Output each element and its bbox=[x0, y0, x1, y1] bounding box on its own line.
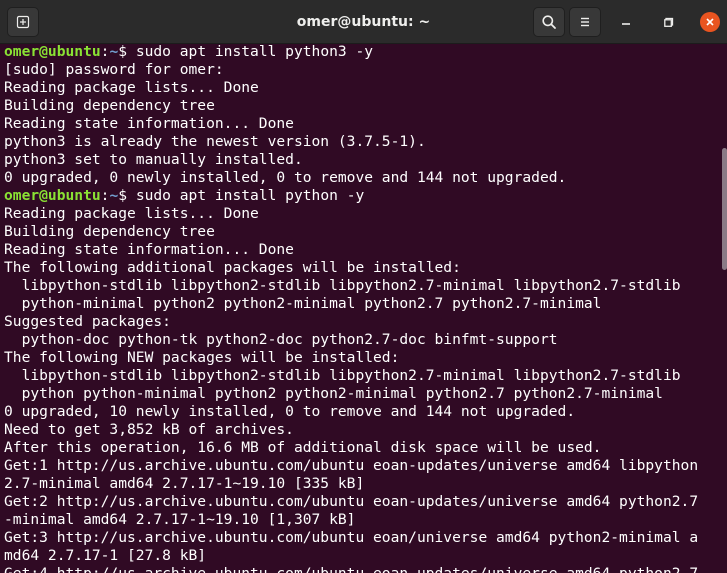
output-line: Suggested packages: bbox=[4, 313, 171, 330]
menu-button[interactable] bbox=[569, 7, 601, 37]
output-line: Reading package lists... Done bbox=[4, 79, 259, 96]
hamburger-menu-icon bbox=[581, 17, 589, 27]
output-line: python-doc python-tk python2-doc python2… bbox=[4, 331, 558, 348]
maximize-icon bbox=[664, 17, 674, 27]
command-text: $ sudo apt install python3 -y bbox=[118, 43, 374, 60]
output-line: python3 set to manually installed. bbox=[4, 151, 303, 168]
output-line: Get:1 http://us.archive.ubuntu.com/ubunt… bbox=[4, 457, 699, 474]
terminal-window: omer@ubuntu: ~ omer@ubuntu:~$ sudo apt i… bbox=[0, 0, 727, 573]
prompt-path: ~ bbox=[109, 187, 119, 204]
minimize-button[interactable] bbox=[616, 12, 636, 32]
output-line: Reading state information... Done bbox=[4, 241, 294, 258]
command-text: $ sudo apt install python -y bbox=[118, 187, 365, 204]
output-line: Need to get 3,852 kB of archives. bbox=[4, 421, 294, 438]
output-line: -minimal amd64 2.7.17-1~19.10 [1,307 kB] bbox=[4, 511, 356, 528]
prompt-line: omer@ubuntu:~$ sudo apt install python -… bbox=[4, 187, 718, 205]
output-line: md64 2.7.17-1 [27.8 kB] bbox=[4, 547, 207, 564]
prompt-user: omer@ubuntu bbox=[4, 43, 101, 60]
title-bar[interactable]: omer@ubuntu: ~ bbox=[0, 0, 727, 44]
search-button[interactable] bbox=[533, 7, 565, 37]
output-line: libpython-stdlib libpython2-stdlib libpy… bbox=[4, 367, 681, 384]
minimize-icon bbox=[622, 23, 630, 25]
prompt-user: omer@ubuntu bbox=[4, 187, 101, 204]
output-line: The following NEW packages will be insta… bbox=[4, 349, 400, 366]
scrollbar[interactable] bbox=[722, 148, 727, 270]
close-icon bbox=[706, 18, 714, 26]
prompt-path: ~ bbox=[109, 43, 119, 60]
output-line: 2.7-minimal amd64 2.7.17-1~19.10 [335 kB… bbox=[4, 475, 365, 492]
output-line: libpython-stdlib libpython2-stdlib libpy… bbox=[4, 277, 681, 294]
output-line: 0 upgraded, 0 newly installed, 0 to remo… bbox=[4, 169, 567, 186]
close-button[interactable] bbox=[700, 12, 720, 32]
output-line: Get:2 http://us.archive.ubuntu.com/ubunt… bbox=[4, 493, 699, 510]
maximize-button[interactable] bbox=[659, 12, 679, 32]
output-line: python python-minimal python2 python2-mi… bbox=[4, 385, 663, 402]
output-line: python3 is already the newest version (3… bbox=[4, 133, 426, 150]
output-line: python-minimal python2 python2-minimal p… bbox=[4, 295, 602, 312]
search-icon bbox=[542, 15, 556, 29]
output-line: After this operation, 16.6 MB of additio… bbox=[4, 439, 602, 456]
output-line: Reading state information... Done bbox=[4, 115, 294, 132]
output-line: Reading package lists... Done bbox=[4, 205, 259, 222]
terminal-output[interactable]: omer@ubuntu:~$ sudo apt install python3 … bbox=[4, 43, 718, 573]
output-line: The following additional packages will b… bbox=[4, 259, 461, 276]
output-line: Get:4 http://us.archive.ubuntu.com/ubunt… bbox=[4, 565, 718, 573]
output-line: Building dependency tree bbox=[4, 97, 215, 114]
output-line: Get:3 http://us.archive.ubuntu.com/ubunt… bbox=[4, 529, 699, 546]
output-line: Building dependency tree bbox=[4, 223, 215, 240]
prompt-line: omer@ubuntu:~$ sudo apt install python3 … bbox=[4, 43, 718, 61]
output-line: 0 upgraded, 10 newly installed, 0 to rem… bbox=[4, 403, 576, 420]
output-line: [sudo] password for omer: bbox=[4, 61, 224, 78]
